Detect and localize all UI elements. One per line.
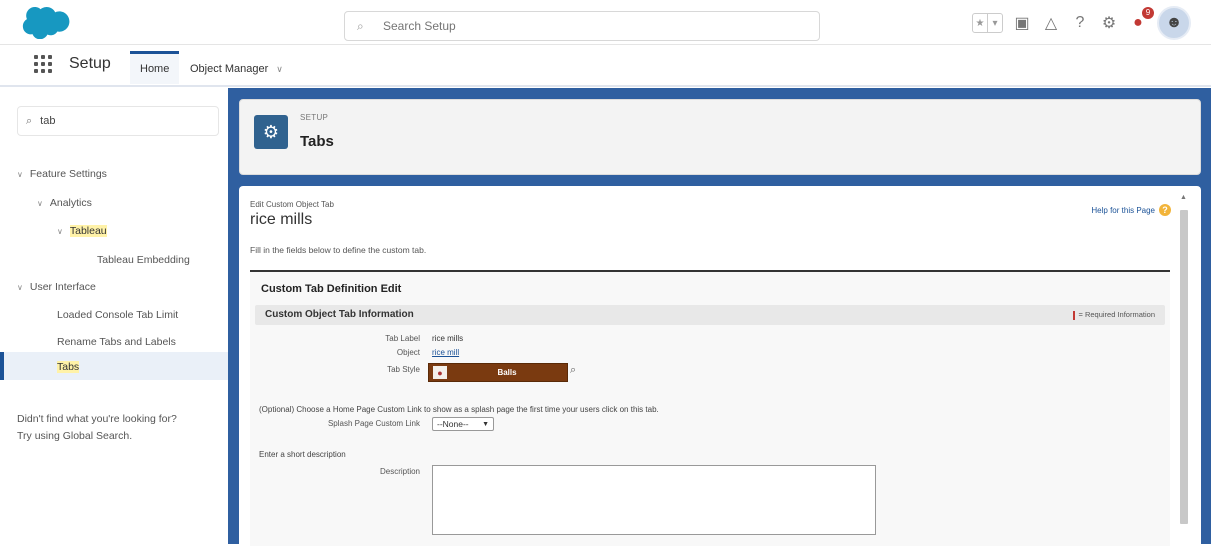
scrollbar-thumb[interactable] — [1180, 210, 1188, 524]
field-label: Object — [396, 348, 420, 357]
tree-item-user-interface[interactable]: ∨ User Interface — [17, 281, 96, 293]
lookup-icon[interactable]: ⌕ — [570, 364, 584, 378]
tree-label: Tableau Embedding — [97, 254, 190, 266]
tab-style-name: Balls — [497, 368, 517, 377]
search-input[interactable] — [381, 18, 785, 34]
tab-home[interactable]: Home — [130, 51, 180, 84]
search-icon: ⌕ — [26, 114, 33, 127]
field-splash-page: Splash Page Custom Link — [250, 419, 430, 431]
page-header: ⚙ SETUP Tabs — [239, 99, 1201, 175]
chevron-down-icon[interactable]: ∨ — [276, 64, 283, 75]
help-link-label[interactable]: Help for this Page — [1091, 206, 1155, 215]
add-icon[interactable]: ▣ — [1012, 13, 1032, 33]
tree-item-tabs-selected[interactable] — [0, 352, 228, 380]
tab-label: Object Manager — [190, 63, 269, 75]
scroll-up-icon[interactable]: ▲ — [1180, 194, 1187, 201]
field-label: Description — [379, 467, 420, 476]
optional-splash-text: (Optional) Choose a Home Page Custom Lin… — [259, 405, 659, 414]
tree-item-rename-tabs[interactable]: Rename Tabs and Labels — [57, 336, 176, 348]
tree-label: User Interface — [29, 281, 96, 293]
tree-label: Tabs — [57, 361, 80, 373]
setup-search[interactable]: ⌕ — [344, 11, 820, 41]
intro-text: Fill in the fields below to define the c… — [250, 245, 427, 255]
notifications-button[interactable]: ● 9 — [1128, 7, 1154, 33]
chevron-down-icon[interactable]: ∨ — [17, 170, 23, 179]
quick-find-input[interactable] — [38, 114, 193, 128]
required-text: = Required Information — [1078, 310, 1155, 319]
page-title: Tabs — [300, 133, 334, 150]
scrollbar[interactable]: ▲ — [1179, 194, 1189, 524]
avatar[interactable]: ☻ — [1157, 6, 1191, 40]
field-label: Tab Label — [385, 334, 420, 343]
tree-item-feature-settings[interactable]: ∨ Feature Settings — [17, 168, 107, 180]
gear-icon: ⚙ — [254, 115, 288, 149]
tree-item-tableau-embedding[interactable]: Tableau Embedding — [97, 254, 190, 266]
tree-item-loaded-console[interactable]: Loaded Console Tab Limit — [57, 309, 178, 321]
global-header: ⌕ ★ ▾ ▣ △ ? ⚙ ● 9 ☻ — [0, 0, 1211, 45]
select-value: --None-- — [437, 419, 469, 429]
required-legend: = Required Information — [1073, 310, 1155, 320]
help-icon[interactable]: ? — [1070, 13, 1090, 33]
field-value: rice mills — [432, 334, 464, 343]
section-title: Custom Object Tab Information — [265, 309, 414, 320]
field-object: Object rice mill — [250, 348, 650, 360]
field-label: Tab Style — [387, 365, 420, 374]
favorites-button[interactable]: ★ ▾ — [972, 13, 1003, 33]
record-title: rice mills — [250, 211, 313, 228]
tree-item-tabs[interactable]: Tabs — [57, 361, 80, 373]
star-icon[interactable]: ★ — [973, 14, 987, 32]
gear-icon[interactable]: ⚙ — [1099, 13, 1119, 33]
definition-block: Custom Tab Definition Edit Custom Object… — [250, 270, 1170, 546]
chevron-down-icon[interactable]: ∨ — [37, 199, 43, 208]
help-for-page-link[interactable]: Help for this Page ? — [1091, 204, 1171, 216]
page-eyebrow: SETUP — [300, 113, 329, 122]
splash-page-select[interactable]: --None-- ▼ — [432, 417, 494, 431]
tree-label: Tableau — [69, 225, 107, 237]
notification-badge: 9 — [1142, 7, 1154, 19]
quick-find[interactable]: ⌕ — [17, 106, 219, 136]
tab-style-picker[interactable]: ● Balls — [428, 363, 568, 382]
bell-icon: ● — [1133, 14, 1143, 31]
app-nav-bar: Setup Home Object Manager ∨ — [0, 45, 1211, 87]
help-icon[interactable]: ? — [1159, 204, 1171, 216]
tree-item-analytics[interactable]: ∨ Analytics — [37, 197, 92, 209]
tree-label: Feature Settings — [29, 168, 107, 180]
tab-object-manager[interactable]: Object Manager ∨ — [190, 54, 283, 84]
field-tab-label: Tab Label rice mills — [250, 334, 650, 346]
content-frame: Edit Custom Object Tab rice mills Help f… — [239, 186, 1201, 546]
tab-style-icon: ● — [433, 366, 447, 379]
chevron-down-icon[interactable]: ▾ — [987, 14, 1002, 32]
tree-label: Loaded Console Tab Limit — [57, 309, 179, 321]
app-name: Setup — [69, 55, 111, 72]
app-launcher-icon[interactable] — [34, 55, 52, 73]
description-textarea[interactable] — [432, 465, 876, 535]
field-tab-style: Tab Style — [250, 365, 420, 377]
object-link[interactable]: rice mill — [432, 348, 459, 357]
salesforce-logo[interactable] — [20, 7, 76, 39]
help-line: Didn't find what you're looking for? — [17, 413, 177, 425]
tree-item-tableau[interactable]: ∨ Tableau — [57, 225, 107, 237]
field-label: Splash Page Custom Link — [327, 419, 420, 428]
utility-bar: ★ ▾ ▣ △ ? ⚙ ● 9 ☻ — [972, 6, 1191, 40]
tree-label: Rename Tabs and Labels — [57, 336, 176, 348]
tab-label: Home — [140, 63, 170, 75]
chevron-down-icon: ▼ — [482, 420, 489, 428]
trailhead-icon[interactable]: △ — [1041, 13, 1061, 33]
field-description: Description — [250, 467, 430, 479]
tree-label: Analytics — [49, 197, 92, 209]
section-header: Custom Object Tab Information = Required… — [255, 305, 1165, 325]
search-icon: ⌕ — [357, 19, 364, 33]
definition-title: Custom Tab Definition Edit — [261, 283, 402, 295]
sidebar-help-text: Didn't find what you're looking for? Try… — [17, 411, 227, 445]
global-search-link[interactable]: Try using Global Search. — [17, 428, 227, 445]
breadcrumb: Edit Custom Object Tab — [250, 200, 334, 209]
chevron-down-icon[interactable]: ∨ — [57, 227, 63, 236]
setup-sidebar: ⌕ ∨ Feature Settings ∨ Analytics ∨ Table… — [0, 88, 228, 544]
description-prompt: Enter a short description — [259, 450, 346, 459]
chevron-down-icon[interactable]: ∨ — [17, 283, 23, 292]
